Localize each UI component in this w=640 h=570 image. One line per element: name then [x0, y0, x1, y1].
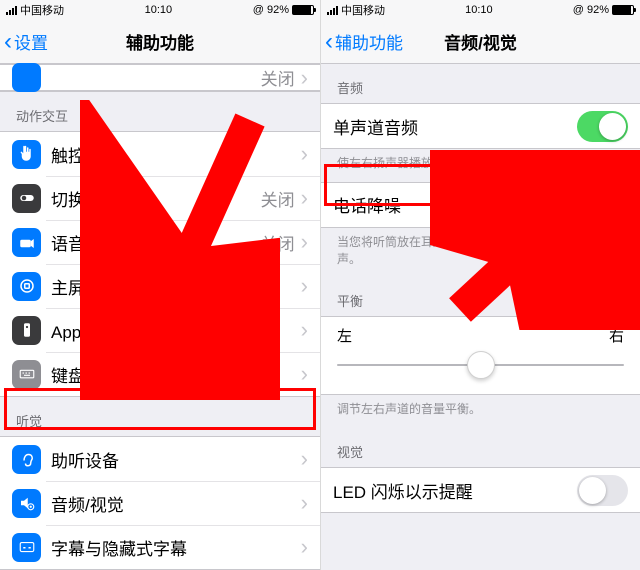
- chevron-right-icon: ›: [301, 363, 308, 385]
- remote-icon: [12, 316, 41, 345]
- toggle-noise[interactable]: [577, 189, 628, 220]
- chevron-right-icon: ›: [301, 448, 308, 470]
- cell-value: 关闭: [261, 65, 295, 90]
- nav-bar: ‹设置 辅助功能: [0, 20, 320, 64]
- balance-right-label: 右: [609, 325, 624, 346]
- chevron-right-icon: ›: [301, 319, 308, 341]
- footer-text: 当您将听筒放在耳边时，降噪可减少电话中的环境噪声。: [321, 228, 640, 278]
- av-icon: [12, 489, 41, 518]
- chevron-right-icon: ›: [301, 67, 308, 89]
- list-item[interactable]: 键盘›: [0, 352, 320, 396]
- cell-value: 关闭: [261, 230, 295, 255]
- section-header-hear: 听觉: [0, 397, 320, 436]
- switch-icon: [12, 184, 41, 213]
- hand-icon: [12, 140, 41, 169]
- list-item[interactable]: 主屏幕按钮›: [0, 264, 320, 308]
- ear-icon: [12, 445, 41, 474]
- row-noise-cancel[interactable]: 电话降噪: [321, 183, 640, 227]
- chevron-left-icon: ‹: [325, 30, 333, 54]
- status-bar: 中国移动 10:10 @92%: [321, 0, 640, 20]
- cell-label: 触控: [51, 142, 301, 167]
- section-header-touch: 动作交互: [0, 92, 320, 131]
- back-button[interactable]: ‹设置: [0, 29, 48, 54]
- cell-label: 音频/视觉: [51, 491, 301, 516]
- row-led-flash[interactable]: LED 闪烁以示提醒: [321, 468, 640, 512]
- cell-label: Apple TV 遥控器: [51, 318, 301, 343]
- cell-label: 单声道音频: [333, 114, 577, 139]
- row-mono-audio[interactable]: 单声道音频: [321, 104, 640, 148]
- page-title: 辅助功能: [0, 29, 320, 54]
- slider-thumb[interactable]: [467, 351, 495, 379]
- chevron-right-icon: ›: [301, 536, 308, 558]
- list-item[interactable]: 助听设备›: [0, 437, 320, 481]
- cell-label: 语音控制: [51, 230, 261, 255]
- cell-value: 关闭: [261, 186, 295, 211]
- footer-text: 使左右扬声器播放同一内容。: [321, 149, 640, 182]
- balance-left-label: 左: [337, 325, 352, 346]
- status-bar: 中国移动 10:10 @92%: [0, 0, 320, 20]
- list-item[interactable]: 字幕与隐藏式字幕›: [0, 525, 320, 569]
- cell-label: LED 闪烁以示提醒: [333, 478, 577, 503]
- caption-icon: [12, 533, 41, 562]
- list-item[interactable]: x 关闭 ›: [0, 65, 320, 91]
- chevron-left-icon: ‹: [4, 30, 12, 54]
- chevron-right-icon: ›: [301, 187, 308, 209]
- cell-label: 助听设备: [51, 447, 301, 472]
- carrier-label: 中国移动: [20, 2, 64, 18]
- chevron-right-icon: ›: [301, 231, 308, 253]
- section-header-audio: 音频: [321, 64, 640, 103]
- footer-text: 调节左右声道的音量平衡。: [321, 395, 640, 428]
- cell-label: 切换控制: [51, 186, 261, 211]
- balance-slider-row: 左 右: [321, 317, 640, 394]
- cell-label: 字幕与隐藏式字幕: [51, 535, 301, 560]
- balance-slider[interactable]: [337, 364, 624, 366]
- cell-label: 主屏幕按钮: [51, 274, 301, 299]
- keyboard-icon: [12, 360, 41, 389]
- list-item[interactable]: 切换控制关闭 ›: [0, 176, 320, 220]
- left-screen: 中国移动 10:10 @92% ‹设置 辅助功能 x 关闭 › 动作交互 触控›…: [0, 0, 320, 570]
- back-button[interactable]: ‹辅助功能: [321, 29, 403, 54]
- list-item[interactable]: 音频/视觉›: [0, 481, 320, 525]
- status-time: 10:10: [64, 4, 253, 16]
- list-item[interactable]: Apple TV 遥控器›: [0, 308, 320, 352]
- chevron-right-icon: ›: [301, 143, 308, 165]
- nav-bar: ‹辅助功能 音频/视觉: [321, 20, 640, 64]
- toggle-mono[interactable]: [577, 111, 628, 142]
- cell-label: 键盘: [51, 362, 301, 387]
- toggle-led[interactable]: [577, 475, 628, 506]
- section-header-balance: 平衡: [321, 277, 640, 316]
- voice-icon: [12, 228, 41, 257]
- chevron-right-icon: ›: [301, 492, 308, 514]
- list-item[interactable]: 触控›: [0, 132, 320, 176]
- list-item[interactable]: 语音控制关闭 ›: [0, 220, 320, 264]
- section-header-visual: 视觉: [321, 428, 640, 467]
- battery-pct: 92%: [267, 4, 289, 16]
- cell-label: 电话降噪: [333, 192, 577, 217]
- chevron-right-icon: ›: [301, 275, 308, 297]
- right-screen: 中国移动 10:10 @92% ‹辅助功能 音频/视觉 音频 单声道音频 使左右…: [320, 0, 640, 570]
- home-icon: [12, 272, 41, 301]
